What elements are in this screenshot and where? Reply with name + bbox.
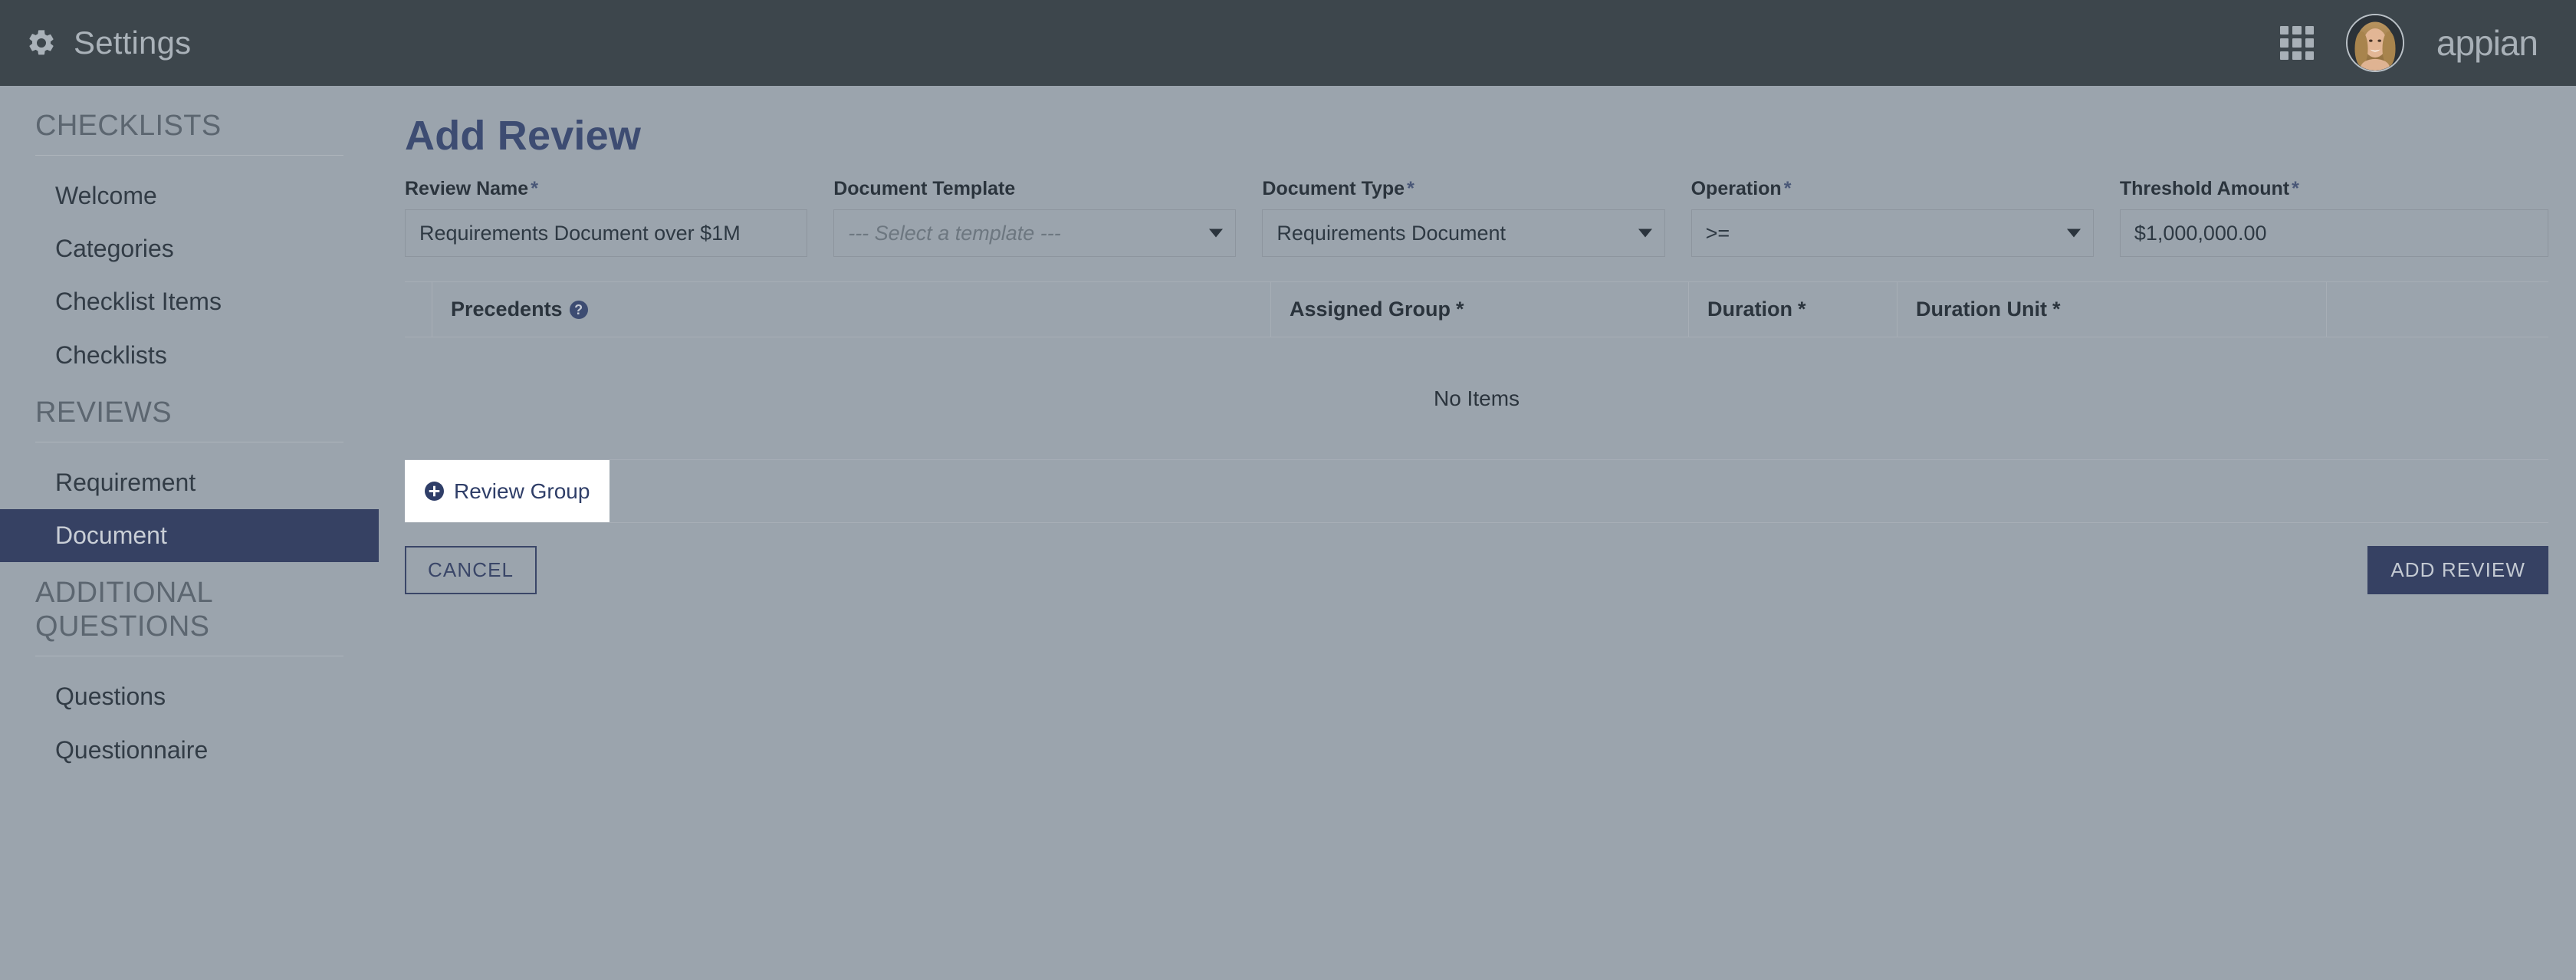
sidebar-section-reviews: REVIEWS Requirement Document xyxy=(0,382,379,563)
settings-title: Settings xyxy=(74,25,192,61)
main-content: Add Review Review Name * Requirements Doc… xyxy=(379,86,2576,980)
chevron-down-icon xyxy=(1638,229,1652,238)
sidebar-item-categories[interactable]: Categories xyxy=(0,222,379,275)
field-operation: Operation * >= xyxy=(1691,177,2120,258)
sidebar-item-welcome[interactable]: Welcome xyxy=(0,169,379,222)
required-marker: * xyxy=(1783,178,1792,200)
sidebar-item-questions[interactable]: Questions xyxy=(0,670,379,723)
top-bar-right: appian xyxy=(2279,14,2541,72)
document-template-select[interactable]: --- Select a template --- xyxy=(833,209,1237,258)
required-marker: * xyxy=(2052,298,2061,321)
sidebar-item-checklist-items[interactable]: Checklist Items xyxy=(0,275,379,328)
sidebar-item-requirement[interactable]: Requirement xyxy=(0,456,379,509)
sidebar-item-checklists[interactable]: Checklists xyxy=(0,329,379,382)
cancel-button[interactable]: CANCEL xyxy=(405,546,537,595)
grid-header-precedents: Precedents ? xyxy=(432,282,1271,337)
grid-header-duration: Duration * xyxy=(1689,282,1898,337)
plus-circle-icon xyxy=(425,482,444,502)
grid-footer-row: Review Group xyxy=(405,460,2548,524)
review-name-input[interactable]: Requirements Document over $1M xyxy=(405,209,808,258)
operation-select[interactable]: >= xyxy=(1691,209,2094,258)
grid-header-duration-unit-label: Duration Unit xyxy=(1916,298,2047,321)
document-type-value: Requirements Document xyxy=(1276,221,1506,245)
required-marker: * xyxy=(1456,298,1464,321)
required-marker: * xyxy=(531,178,538,200)
question-circle-icon[interactable]: ? xyxy=(569,300,588,319)
add-review-group-button[interactable]: Review Group xyxy=(405,460,610,523)
page-title: Add Review xyxy=(405,113,642,159)
sidebar-section-additional-questions: ADDITIONAL QUESTIONS Questions Questionn… xyxy=(0,562,379,777)
sidebar: CHECKLISTS Welcome Categories Checklist … xyxy=(0,86,379,980)
required-marker: * xyxy=(1407,178,1414,200)
label-review-name: Review Name * xyxy=(405,178,538,200)
grid-header-actions-col xyxy=(2327,282,2548,337)
grid-header-precedents-label: Precedents xyxy=(451,298,563,321)
sidebar-item-questionnaire[interactable]: Questionnaire xyxy=(0,724,379,777)
grid-header-row: Precedents ? Assigned Group * Duration * D… xyxy=(405,282,2548,338)
sidebar-item-document[interactable]: Document xyxy=(0,509,379,563)
grid-header-assigned-group: Assigned Group * xyxy=(1271,282,1689,337)
field-document-template: Document Template --- Select a template … xyxy=(833,177,1262,258)
sidebar-heading-checklists: CHECKLISTS xyxy=(35,110,222,142)
review-groups-grid: Precedents ? Assigned Group * Duration * D… xyxy=(405,281,2548,524)
sidebar-section-checklists: CHECKLISTS Welcome Categories Checklist … xyxy=(0,86,379,382)
grid-header-duration-unit: Duration Unit * xyxy=(1898,282,2327,337)
sidebar-heading-additional-questions: ADDITIONAL QUESTIONS xyxy=(35,577,212,643)
label-operation: Operation * xyxy=(1691,178,1792,200)
threshold-amount-value: $1,000,000.00 xyxy=(2134,221,2267,245)
review-form: Review Name * Requirements Document over … xyxy=(405,177,2548,258)
field-threshold-amount: Threshold Amount * $1,000,000.00 xyxy=(2119,177,2548,258)
top-bar-left: Settings xyxy=(26,27,191,59)
field-document-type: Document Type * Requirements Document xyxy=(1262,177,1691,258)
required-marker: * xyxy=(2292,178,2299,200)
appian-logo: appian xyxy=(2436,23,2538,63)
label-document-type: Document Type * xyxy=(1262,178,1414,200)
threshold-amount-input[interactable]: $1,000,000.00 xyxy=(2119,209,2548,258)
avatar[interactable] xyxy=(2345,14,2404,72)
top-bar: Settings appian xyxy=(0,0,2576,86)
document-template-placeholder: --- Select a template --- xyxy=(848,221,1061,245)
chevron-down-icon xyxy=(2066,229,2081,238)
sidebar-heading-reviews: REVIEWS xyxy=(35,396,172,429)
field-review-name: Review Name * Requirements Document over … xyxy=(405,177,833,258)
label-document-template: Document Template xyxy=(833,178,1016,200)
operation-value: >= xyxy=(1705,221,1730,245)
grid-apps-icon[interactable] xyxy=(2279,26,2314,60)
add-review-group-label: Review Group xyxy=(454,478,590,503)
grid-empty-state: No Items xyxy=(405,337,2548,461)
label-threshold-amount: Threshold Amount * xyxy=(2119,178,2299,200)
required-marker: * xyxy=(1798,298,1806,321)
chevron-down-icon xyxy=(1209,229,1224,238)
grid-header-assigned-group-label: Assigned Group xyxy=(1290,298,1451,321)
review-name-value: Requirements Document over $1M xyxy=(419,221,741,245)
add-review-button[interactable]: ADD REVIEW xyxy=(2367,546,2548,595)
document-type-select[interactable]: Requirements Document xyxy=(1262,209,1665,258)
grid-header-select-col xyxy=(405,282,432,337)
grid-header-duration-label: Duration xyxy=(1707,298,1792,321)
form-actions: CANCEL ADD REVIEW xyxy=(405,546,2548,595)
gear-icon[interactable] xyxy=(26,28,57,58)
